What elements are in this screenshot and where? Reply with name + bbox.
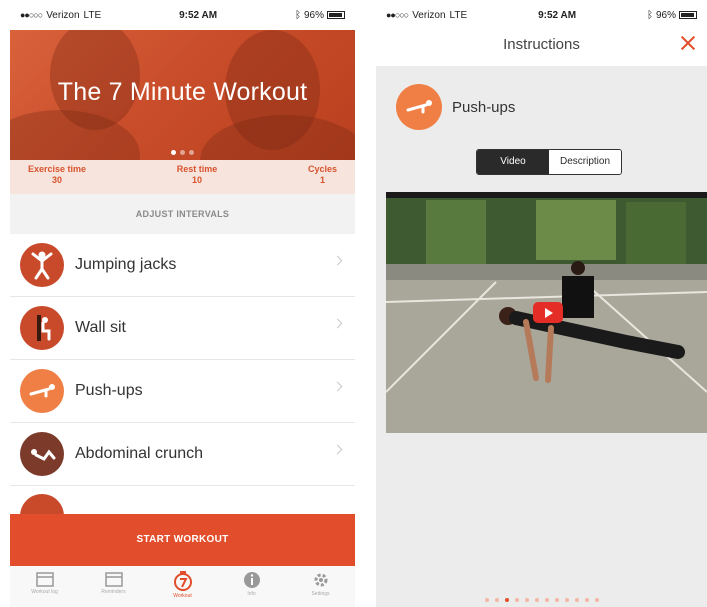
exercise-label: Push-ups [75, 382, 143, 399]
exercise-title: Push-ups [452, 98, 516, 116]
close-icon[interactable] [679, 34, 697, 52]
abdominal-crunch-icon [20, 432, 64, 476]
exercise-header: Push-ups [396, 84, 515, 130]
chevron-right-icon [332, 381, 343, 392]
exercise-label: Jumping jacks [75, 256, 177, 273]
pager-dot[interactable] [584, 598, 589, 602]
tab-workout-log[interactable]: Workout log [15, 571, 75, 595]
battery-icon [327, 11, 345, 19]
list-item-abdominal-crunch[interactable]: Abdominal crunch [10, 423, 355, 486]
signal-icon: ●●○○○ [20, 10, 43, 20]
pager-dot[interactable] [494, 598, 499, 602]
status-bar: ●●○○○ Verizon LTE 9:52 AM ᛒ 96% [376, 0, 707, 30]
status-time: 9:52 AM [179, 9, 218, 21]
pager-dot[interactable] [484, 598, 489, 602]
battery-percent: 96% [655, 9, 676, 21]
tab-info[interactable]: Info [222, 571, 282, 597]
signal-icon: ●●○○○ [386, 10, 409, 20]
bluetooth-icon: ᛒ [294, 9, 301, 21]
gear-icon [314, 573, 327, 587]
list-item-wall-sit[interactable]: Wall sit [10, 297, 355, 360]
list-item-partial[interactable] [10, 486, 355, 516]
start-workout-button[interactable]: START WORKOUT [10, 514, 355, 566]
pager-dot[interactable] [594, 598, 599, 602]
segmented-control: Video Description [476, 149, 622, 175]
tab-description[interactable]: Description [549, 150, 621, 174]
play-icon[interactable] [533, 302, 563, 323]
interval-stats[interactable]: Exercise time 30 Rest time 10 Cycles 1 [10, 160, 355, 194]
tab-video[interactable]: Video [477, 150, 549, 174]
reminder-calendar-icon [104, 572, 123, 587]
page-dot [171, 150, 176, 155]
rest-time-stat: Rest time 10 [176, 164, 218, 185]
pager-dot[interactable] [504, 598, 509, 602]
list-item-jumping-jacks[interactable]: Jumping jacks [10, 234, 355, 297]
page-dot [180, 150, 185, 155]
push-ups-icon [20, 369, 64, 413]
exercise-list: Jumping jacks Wall sit Push-ups Abdomina… [10, 234, 355, 516]
battery-icon [679, 11, 697, 19]
exercise-label: Wall sit [75, 319, 126, 336]
status-time: 9:52 AM [538, 9, 577, 21]
exercise-icon [20, 494, 64, 516]
tab-reminders[interactable]: Reminders [84, 571, 144, 595]
pager-dot[interactable] [534, 598, 539, 602]
network-type: LTE [449, 9, 468, 21]
carrier-name: Verizon [46, 9, 80, 21]
instructions-screen: ●●○○○ Verizon LTE 9:52 AM ᛒ 96% Instruct… [376, 0, 707, 607]
app-title: The 7 Minute Workout [57, 78, 308, 106]
pager-dot[interactable] [524, 598, 529, 602]
pager-dot[interactable] [544, 598, 549, 602]
workout-7-icon [173, 571, 192, 591]
page-indicator [10, 142, 355, 160]
jumping-jacks-icon [20, 243, 64, 287]
status-bar: ●●○○○ Verizon LTE 9:52 AM ᛒ 96% [10, 0, 355, 30]
hero-banner[interactable]: The 7 Minute Workout [10, 30, 355, 160]
exercise-pager [376, 589, 707, 607]
info-icon [243, 572, 260, 588]
calendar-icon [35, 572, 54, 587]
exercise-label: Abdominal crunch [75, 445, 204, 462]
tab-workout[interactable]: Workout [153, 571, 213, 599]
pager-dot[interactable] [514, 598, 519, 602]
video-player[interactable] [386, 192, 707, 433]
battery-percent: 96% [303, 9, 324, 21]
carrier-name: Verizon [412, 9, 446, 21]
pager-dot[interactable] [564, 598, 569, 602]
wall-sit-icon [20, 306, 64, 350]
pager-dot[interactable] [574, 598, 579, 602]
page-title: Instructions [503, 36, 580, 53]
page-dot [189, 150, 194, 155]
tab-settings[interactable]: Settings [291, 571, 351, 597]
workout-screen: ●●○○○ Verizon LTE 9:52 AM ᛒ 96% The 7 Mi… [10, 0, 355, 607]
push-ups-icon [396, 84, 442, 130]
exercise-time-stat: Exercise time 30 [28, 164, 87, 185]
pager-dot[interactable] [554, 598, 559, 602]
network-type: LTE [83, 9, 102, 21]
chevron-right-icon [332, 255, 343, 266]
chevron-right-icon [332, 318, 343, 329]
list-item-push-ups[interactable]: Push-ups [10, 360, 355, 423]
tab-bar: Workout log Reminders Workout Info Setti… [10, 566, 355, 607]
bluetooth-icon: ᛒ [646, 9, 653, 21]
chevron-right-icon [332, 444, 343, 455]
cycles-stat: Cycles 1 [307, 164, 337, 185]
adjust-intervals-button[interactable]: ADJUST INTERVALS [10, 194, 355, 234]
